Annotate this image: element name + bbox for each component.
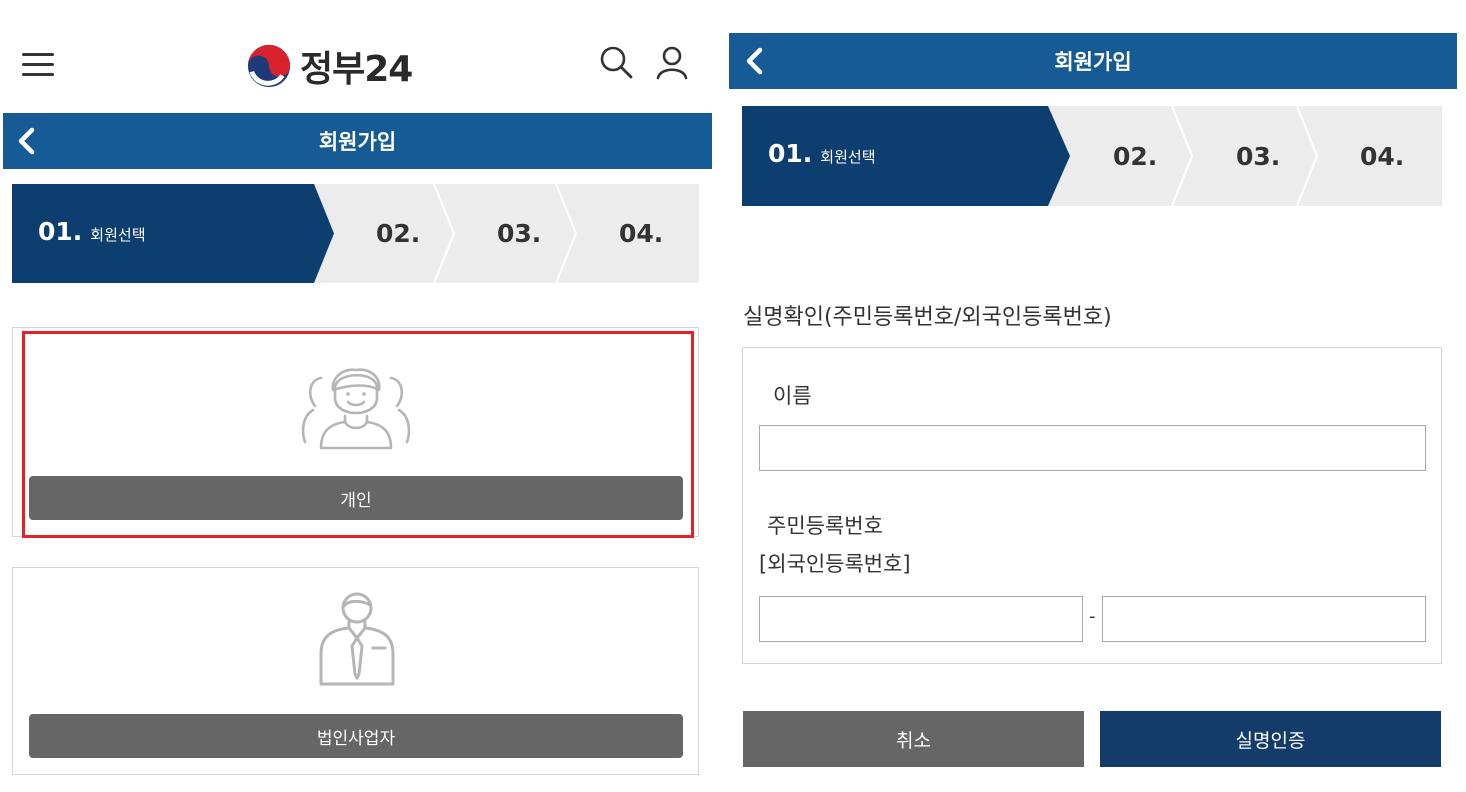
logo-text: 정부24 [300,49,413,90]
member-type-card-individual[interactable]: 개인 [12,327,699,537]
section-title: 실명확인(주민등록번호/외국인등록번호) [743,305,1112,330]
page-header: 회원가입 [3,113,712,169]
chevron-left-icon [746,47,763,75]
page-title-right: 회원가입 [1054,50,1132,74]
top-bar: 정부24 [0,0,712,112]
page-header-right: 회원가입 [729,33,1457,89]
rrn-back-input[interactable] [1102,596,1426,642]
menu-icon[interactable] [22,51,56,79]
step-divider [433,184,456,283]
rrn-front-input[interactable] [759,596,1083,642]
step-divider [1171,106,1194,206]
page-title: 회원가입 [318,130,397,154]
rrn-label-line1: 주민등록번호 [767,514,883,538]
step-2-number: 02. [1113,142,1158,171]
name-input[interactable] [759,425,1426,471]
rrn-label-line2: [외국인등록번호] [759,552,911,576]
step-1: 01. 회원선택 [38,217,146,246]
step-divider [555,184,578,283]
taegeuk-logo-icon [247,44,291,88]
search-icon[interactable] [598,44,634,80]
step-3-number: 03. [1236,142,1281,171]
step-4-number: 04. [1360,142,1405,171]
back-button[interactable] [15,113,39,169]
cancel-button[interactable]: 취소 [743,711,1084,767]
logo[interactable]: 정부24 [246,42,413,90]
step-indicator-right: 01. 회원선택 02. 03. 04. [742,106,1442,206]
step-1-label: 회원선택 [90,226,146,244]
businessman-icon [319,592,395,686]
step-1-label: 회원선택 [820,148,876,166]
individual-button[interactable]: 개인 [29,476,683,520]
user-icon[interactable] [654,44,690,80]
chevron-left-icon [18,127,35,155]
step-divider [1296,106,1319,206]
corporate-button[interactable]: 법인사업자 [29,714,683,758]
name-label: 이름 [773,384,812,408]
step-indicator: 01. 회원선택 02. 03. 04. [12,184,699,283]
verify-button[interactable]: 실명인증 [1100,711,1441,767]
member-type-card-corporate[interactable]: 법인사업자 [12,567,699,775]
back-button-right[interactable] [743,33,767,89]
people-group-icon [301,368,411,450]
step-1-number: 01. [768,139,813,168]
step-3-number: 03. [497,219,542,248]
step-1-right: 01. 회원선택 [768,139,876,168]
identity-form: 이름 주민등록번호 [외국인등록번호] - [742,347,1442,664]
step-4-number: 04. [619,219,664,248]
step-1-number: 01. [38,217,83,246]
step-2-number: 02. [376,219,421,248]
rrn-separator: - [1089,606,1096,627]
